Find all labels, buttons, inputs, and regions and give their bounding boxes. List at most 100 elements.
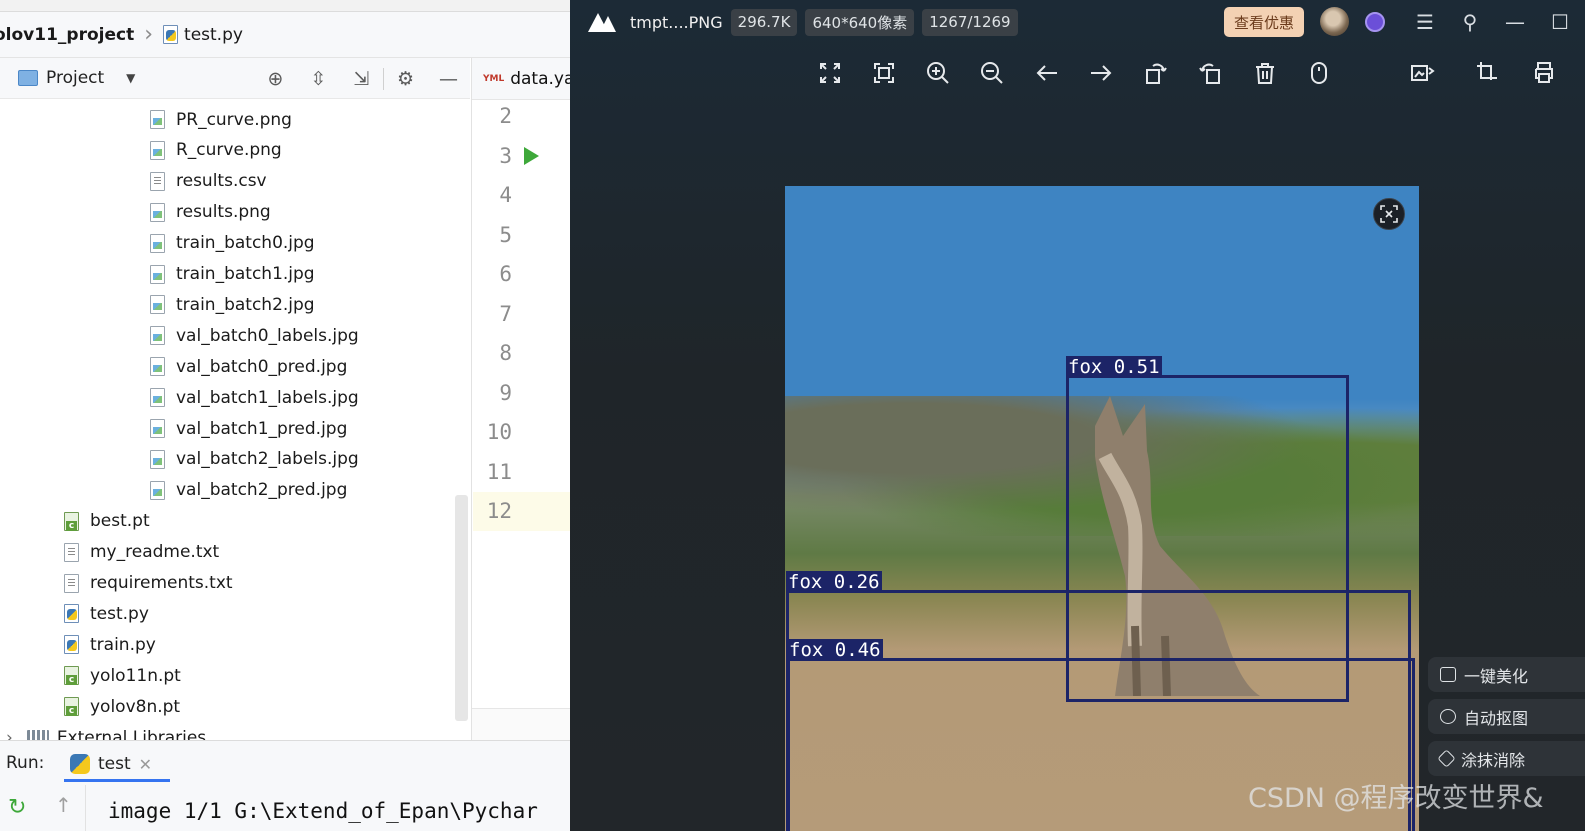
expand-all-icon[interactable]: ⇳	[297, 68, 340, 90]
project-view-selector[interactable]: Project ▼	[18, 68, 135, 88]
line-number: 11	[486, 459, 512, 484]
scan-button[interactable]	[1373, 198, 1405, 230]
line-number: 10	[486, 420, 512, 444]
tree-item-label: val_batch2_labels.jpg	[176, 449, 359, 470]
detection-label: fox 0.26	[786, 571, 882, 593]
chevron-down-icon[interactable]: ▼	[126, 71, 135, 85]
zoom-out-icon[interactable]	[975, 56, 1009, 90]
print-icon[interactable]	[1527, 56, 1561, 90]
crop-icon[interactable]	[1468, 56, 1508, 90]
tree-item[interactable]: yolo11n.pt	[64, 660, 181, 691]
run-gutter-icon[interactable]	[524, 147, 539, 165]
detection-label: fox 0.46	[787, 639, 883, 661]
tree-item[interactable]: val_batch1_pred.jpg	[150, 413, 347, 444]
model-file-icon	[64, 666, 79, 686]
rerun-icon[interactable]: ↻	[8, 795, 26, 820]
breadcrumb-project[interactable]: olov11_project	[0, 25, 134, 45]
editor-status-strip	[472, 708, 572, 740]
image-canvas[interactable]: fox 0.51 fox 0.26 fox 0.46	[785, 186, 1419, 831]
tree-item[interactable]: results.csv	[150, 166, 267, 197]
tree-item[interactable]: yolov8n.pt	[64, 691, 180, 722]
tree-item[interactable]: test.py	[64, 598, 149, 629]
line-number: 8	[499, 341, 512, 365]
tree-item[interactable]: requirements.txt	[64, 568, 233, 599]
text-file-icon	[64, 542, 79, 562]
auto-cutout-button[interactable]: 自动抠图	[1428, 699, 1585, 734]
beautify-label: 一键美化	[1464, 666, 1529, 686]
python-icon	[70, 754, 90, 774]
vip-badge-icon[interactable]	[1365, 12, 1385, 32]
fullscreen-icon[interactable]	[867, 56, 901, 90]
delete-icon[interactable]	[1248, 56, 1282, 90]
project-tool-label: Project	[46, 68, 105, 88]
tree-item[interactable]: train.py	[64, 629, 156, 660]
promo-button[interactable]: 查看优惠	[1224, 7, 1304, 37]
tree-item[interactable]: val_batch2_labels.jpg	[150, 444, 359, 475]
run-tab-test[interactable]: test ✕	[70, 749, 152, 779]
mouse-icon[interactable]	[1302, 56, 1336, 90]
eraser-icon	[1437, 749, 1456, 768]
tree-item[interactable]: PR_curve.png	[150, 104, 292, 135]
image-file-icon	[150, 449, 165, 469]
rotate-right-icon[interactable]	[1193, 56, 1227, 90]
tree-item[interactable]: val_batch0_pred.jpg	[150, 351, 347, 382]
tree-item-label: val_batch0_pred.jpg	[176, 356, 348, 377]
zoom-in-icon[interactable]	[921, 56, 955, 90]
model-file-icon	[64, 697, 79, 717]
hide-panel-icon[interactable]: —	[427, 68, 470, 90]
tree-scrollbar[interactable]	[455, 495, 468, 721]
tree-item[interactable]: best.pt	[64, 506, 150, 537]
line-number: 7	[499, 301, 512, 326]
resolution-badge: 640*640像素	[805, 8, 915, 36]
previous-icon[interactable]	[1030, 56, 1064, 90]
menu-icon[interactable]: ☰	[1410, 7, 1440, 37]
pin-icon[interactable]: ⚲	[1455, 7, 1485, 37]
tree-item-label: test.py	[90, 603, 149, 624]
chevron-right-icon[interactable]: ›	[6, 728, 13, 741]
fit-screen-icon[interactable]	[813, 56, 847, 90]
beautify-button[interactable]: 一键美化	[1428, 657, 1585, 692]
tree-item[interactable]: val_batch2_pred.jpg	[150, 475, 347, 506]
gear-icon[interactable]: ⚙	[384, 68, 427, 90]
image-file-icon	[150, 264, 165, 284]
arrow-up-icon[interactable]: ↑	[55, 793, 72, 817]
edit-image-icon[interactable]	[1402, 56, 1442, 90]
app-logo-icon	[588, 10, 620, 34]
editor-tab-data-yaml[interactable]: YML data.ya	[472, 58, 572, 100]
rotate-left-icon[interactable]	[1139, 56, 1173, 90]
minimize-icon[interactable]: —	[1500, 7, 1530, 37]
project-toolbar: ⊕ ⇳ ⇲ ⚙ —	[254, 58, 470, 99]
tree-item[interactable]: val_batch1_labels.jpg	[150, 382, 359, 413]
breadcrumb-file[interactable]: test.py	[184, 25, 243, 45]
image-file-icon	[150, 295, 165, 315]
maximize-icon[interactable]: ☐	[1545, 7, 1575, 37]
tree-item-label: yolov8n.pt	[90, 696, 181, 717]
tree-item-label: val_batch1_labels.jpg	[176, 387, 359, 408]
run-panel: Run: test ✕ ↻ ↑ image 1/1 G:\Extend_of_E…	[0, 740, 572, 831]
tree-item[interactable]: R_curve.png	[150, 135, 282, 166]
avatar[interactable]	[1320, 7, 1349, 36]
next-icon[interactable]	[1084, 56, 1118, 90]
project-tree: PR_curve.png R_curve.png results.csv result…	[0, 100, 470, 740]
tree-item-label: train_batch1.jpg	[176, 264, 315, 284]
tree-item[interactable]: train_batch1.jpg	[150, 259, 315, 290]
viewer-filename: tmpt....PNG	[630, 12, 723, 32]
image-index-badge: 1267/1269	[922, 8, 1018, 36]
collapse-all-icon[interactable]: ⇲	[340, 68, 383, 90]
erase-button[interactable]: 涂抹消除	[1428, 741, 1585, 776]
tree-item[interactable]: val_batch0_labels.jpg	[150, 320, 359, 351]
tree-item[interactable]: › External Libraries	[6, 722, 206, 740]
tree-item[interactable]: results.png	[150, 197, 271, 228]
editor-gutter: YML data.ya 2 3 4 5 6 7 8 9 10 11 12	[471, 58, 572, 740]
line-number: 12	[486, 499, 512, 523]
line-number: 6	[499, 262, 512, 286]
tree-item[interactable]: train_batch0.jpg	[150, 228, 315, 259]
tree-item[interactable]: train_batch2.jpg	[150, 289, 315, 320]
image-file-icon	[150, 388, 165, 408]
line-number: 4	[499, 183, 512, 207]
run-tab-indicator	[64, 779, 170, 782]
image-file-icon	[150, 140, 165, 160]
close-icon[interactable]: ✕	[139, 755, 152, 774]
tree-item[interactable]: my_readme.txt	[64, 537, 219, 568]
locate-file-icon[interactable]: ⊕	[254, 68, 297, 90]
